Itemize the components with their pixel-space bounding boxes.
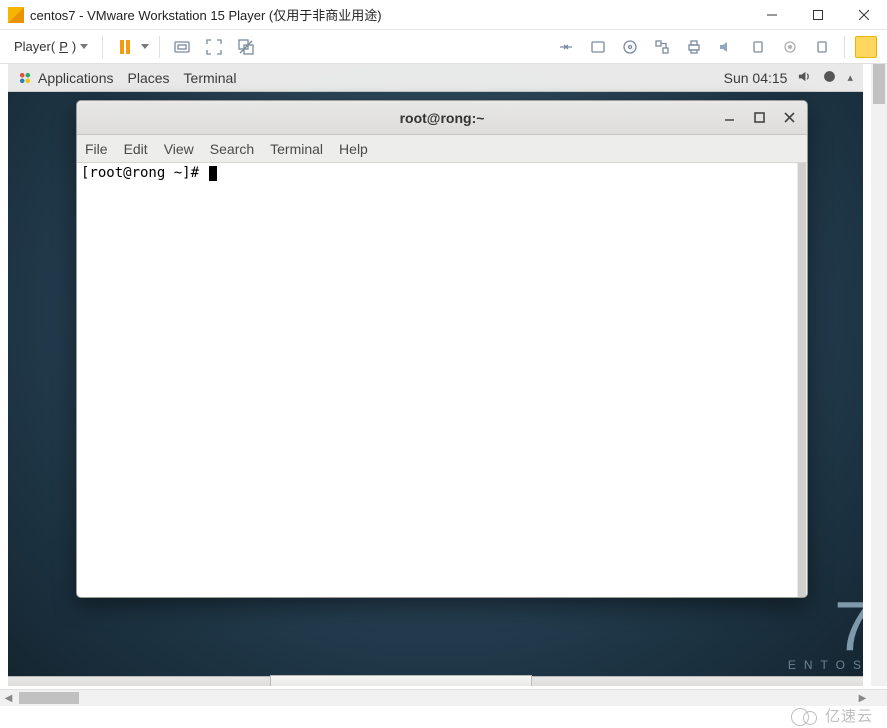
scroll-thumb[interactable] [19,692,79,704]
scroll-left-icon[interactable]: ◀ [0,690,17,707]
vmware-toolbar: Player( P) [0,30,887,64]
printer-icon[interactable] [682,35,706,59]
terminal-app-menu[interactable]: Terminal [184,70,237,86]
host-horizontal-scrollbar[interactable]: ◀ ▶ [0,689,887,706]
gnome-dock[interactable] [8,676,863,686]
window-title: centos7 - VMware Workstation 15 Player (… [30,5,749,24]
pause-vm-button[interactable] [113,35,137,59]
vmware-icon [8,7,24,23]
page-footer-strip: 亿速云 [0,706,887,728]
chevron-up-icon[interactable]: ▴ [847,71,853,84]
watermark-text: 亿速云 [825,705,873,726]
notes-button[interactable] [855,36,877,58]
network-icon[interactable] [650,35,674,59]
fullscreen-button[interactable] [202,35,226,59]
terminal-menubar: File Edit View Search Terminal Help [77,135,807,163]
menu-search[interactable]: Search [210,141,254,157]
terminal-close-button[interactable] [777,107,801,129]
centos-label: ENTOS [788,658,863,672]
terminal-cursor [209,166,217,181]
terminal-label: Terminal [184,70,237,86]
centos-version: 7 [788,595,863,658]
cloud-icon [791,707,819,725]
clock[interactable]: Sun 04:15 [724,70,788,86]
site-watermark: 亿速云 [791,705,873,726]
connection-icon[interactable] [554,35,578,59]
scroll-right-icon[interactable]: ▶ [854,690,871,707]
sound-icon[interactable] [714,35,738,59]
device2-icon[interactable] [810,35,834,59]
applications-label: Applications [38,70,114,86]
cd-icon[interactable] [618,35,642,59]
host-window-titlebar: centos7 - VMware Workstation 15 Player (… [0,0,887,30]
terminal-window: root@rong:~ File Edit View Search Termin… [76,100,808,598]
pause-icon [120,40,130,54]
chevron-down-icon[interactable] [141,44,149,49]
menu-terminal[interactable]: Terminal [270,141,323,157]
places-label: Places [128,70,170,86]
device-icon[interactable] [746,35,770,59]
places-menu[interactable]: Places [128,70,170,86]
vm-vertical-scrollbar[interactable] [871,64,887,686]
vm-display-area: Applications Places Terminal Sun 04:15 ▴… [0,64,887,689]
unity-mode-button[interactable] [234,35,258,59]
record-icon[interactable] [778,35,802,59]
dock-task-preview[interactable] [270,675,532,686]
gnome-logo-icon [18,71,32,85]
disk-icon[interactable] [586,35,610,59]
volume-icon[interactable] [797,69,812,87]
menu-edit[interactable]: Edit [124,141,148,157]
send-ctrl-alt-del-button[interactable] [170,35,194,59]
chevron-down-icon [80,44,88,49]
player-menu-button[interactable]: Player( P) [10,36,92,57]
player-label-pre: Player( [14,39,55,54]
terminal-body[interactable]: [root@rong ~]# [77,163,807,597]
guest-desktop[interactable]: Applications Places Terminal Sun 04:15 ▴… [8,64,863,686]
terminal-titlebar[interactable]: root@rong:~ [77,101,807,135]
gnome-top-bar: Applications Places Terminal Sun 04:15 ▴ [8,64,863,92]
power-icon[interactable] [822,69,837,87]
close-button[interactable] [841,0,887,30]
terminal-maximize-button[interactable] [747,107,771,129]
terminal-scrollbar[interactable] [797,163,807,597]
maximize-button[interactable] [795,0,841,30]
applications-menu[interactable]: Applications [18,70,114,86]
terminal-prompt: [root@rong ~]# [81,165,207,181]
menu-file[interactable]: File [85,141,108,157]
player-label-hotkey: P [59,39,68,54]
player-label-post: ) [72,39,76,54]
menu-view[interactable]: View [164,141,194,157]
menu-help[interactable]: Help [339,141,368,157]
centos-watermark: 7 ENTOS [788,595,863,672]
terminal-title: root@rong:~ [400,110,485,126]
minimize-button[interactable] [749,0,795,30]
terminal-minimize-button[interactable] [717,107,741,129]
